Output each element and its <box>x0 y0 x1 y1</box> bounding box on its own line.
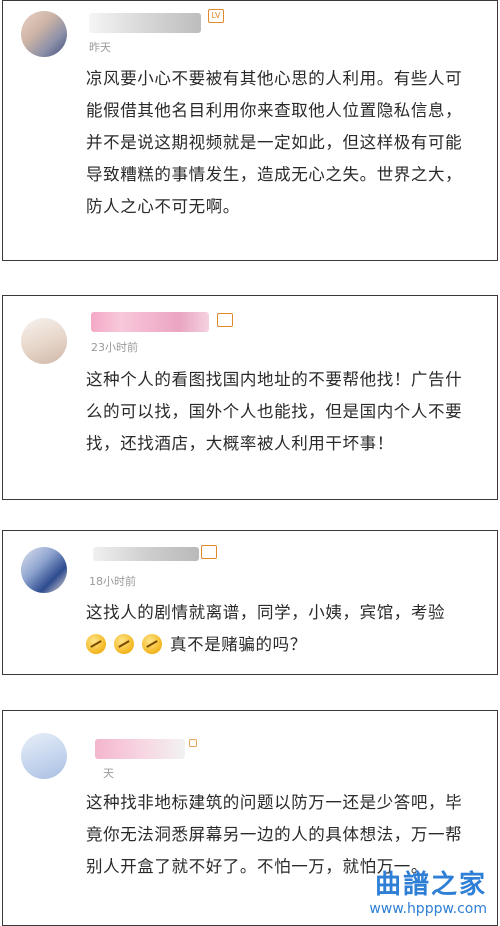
level-badge <box>217 313 233 327</box>
avatar[interactable] <box>21 11 67 57</box>
level-badge: LV <box>208 9 224 23</box>
username[interactable] <box>91 312 209 332</box>
watermark: 曲譜之家 www.hpppw.com <box>369 864 487 917</box>
laugh-cry-icon <box>114 634 134 654</box>
comment-time: 天 <box>103 767 114 780</box>
comment-card: 18小时前 这找人的剧情就离谱，同学，小姨，宾馆，考验 真不是赌骗的吗？ <box>2 530 498 675</box>
level-badge <box>189 739 197 747</box>
comment-text-part: 真不是赌骗的吗？ <box>170 635 307 654</box>
comment-text: 这找人的剧情就离谱，同学，小姨，宾馆，考验 真不是赌骗的吗？ <box>86 597 475 661</box>
comment-text: 凉风要小心不要被有其他心思的人利用。有些人可能假借其他名目利用你来查取他人位置隐… <box>86 69 463 216</box>
comment-card: LV 昨天 凉风要小心不要被有其他心思的人利用。有些人可能假借其他名目利用你来查… <box>2 0 498 261</box>
comment-text-part: 这找人的剧情就离谱，同学，小姨，宾馆，考验 <box>86 603 446 622</box>
comment-time: 昨天 <box>89 41 111 54</box>
username[interactable] <box>93 547 199 561</box>
comment-card: 天 这种找非地标建筑的问题以防万一还是少答吧，毕竟你无法洞悉屏幕另一边的人的具体… <box>2 710 498 926</box>
avatar[interactable] <box>21 547 67 593</box>
watermark-url: www.hpppw.com <box>369 901 487 917</box>
laugh-cry-icon <box>142 634 162 654</box>
comment-time: 18小时前 <box>89 575 136 588</box>
comment-time: 23小时前 <box>91 341 138 354</box>
username[interactable] <box>95 739 185 759</box>
level-badge <box>201 545 217 559</box>
avatar[interactable] <box>21 318 67 364</box>
comment-text: 这种个人的看图找国内地址的不要帮他找！广告什么的可以找，国外个人也能找，但是国内… <box>86 370 463 453</box>
watermark-title: 曲譜之家 <box>374 870 487 900</box>
comment-card: 23小时前 这种个人的看图找国内地址的不要帮他找！广告什么的可以找，国外个人也能… <box>2 295 498 500</box>
laugh-cry-icon <box>86 634 106 654</box>
avatar[interactable] <box>21 733 67 779</box>
username[interactable] <box>89 13 201 33</box>
